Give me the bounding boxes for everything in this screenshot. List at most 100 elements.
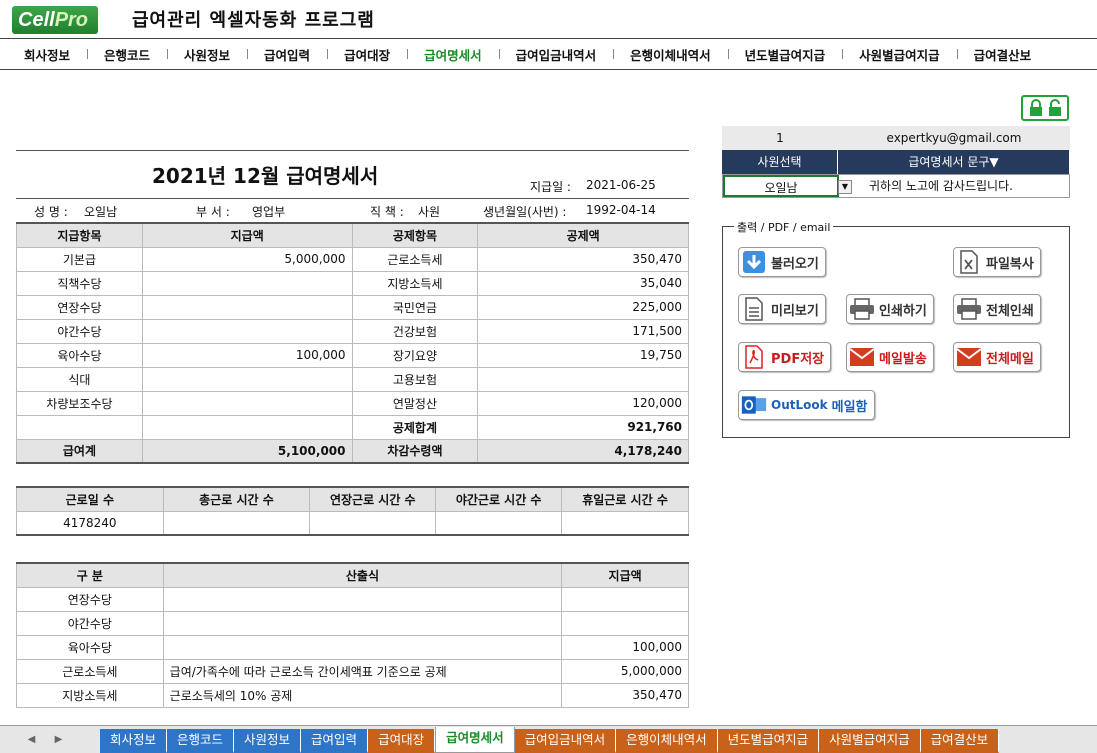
- table-cell: 육아수당: [16, 342, 143, 368]
- sheet-tab[interactable]: 급여입금내역서: [514, 729, 617, 753]
- dept-label: 부 서 :: [196, 205, 230, 219]
- payslip-heading: 2021년 12월 급여명세서: [152, 164, 379, 188]
- pdf-save-button[interactable]: PDF저장: [738, 342, 832, 372]
- app-title: 급여관리 엑셀자동화 프로그램: [132, 10, 375, 31]
- scroll-right-icon[interactable]: ▶: [55, 734, 63, 745]
- table-cell: 연장수당: [16, 586, 164, 612]
- column-header: 공제액: [477, 222, 689, 248]
- employee-index: 1: [776, 131, 784, 145]
- menu-item[interactable]: 사원별급여지급: [842, 45, 957, 64]
- table-row: 직책수당 지방소득세 35,040: [16, 270, 689, 296]
- send-mail-button-label: 메일발송: [879, 351, 927, 367]
- table-cell: 야간수당: [16, 318, 143, 344]
- total-cell: 차감수령액: [351, 438, 479, 464]
- table-cell: 120,000: [477, 390, 689, 416]
- cellpro-logo: CellPro: [12, 6, 98, 34]
- menu-item[interactable]: 은행코드: [87, 45, 167, 64]
- employee-dropdown-button[interactable]: ▼: [838, 180, 852, 194]
- table-cell: [141, 318, 353, 344]
- column-header: 지급액: [561, 562, 689, 588]
- table-cell: 350,470: [561, 682, 689, 708]
- preview-button[interactable]: 미리보기: [738, 294, 826, 324]
- sheet-tab[interactable]: 회사정보: [100, 729, 168, 753]
- printer-icon: [956, 297, 982, 321]
- table-cell: 5,000,000: [561, 658, 689, 684]
- table-cell: [477, 366, 689, 392]
- table-row: 연장수당: [16, 586, 689, 612]
- sheet-tab[interactable]: 은행이체내역서: [616, 729, 718, 753]
- sheet-tab-bar: ◀ ▶ 회사정보 은행코드 사원정보 급여입력 급여대장 급여명세서 급여입금내역서 은행이체…: [0, 725, 1097, 753]
- table-cell: [141, 390, 353, 416]
- table-cell: 35,040: [477, 270, 689, 296]
- table-row: 식대 고용보험: [16, 366, 689, 392]
- menu-item[interactable]: 년도별급여지급: [727, 45, 843, 64]
- table-cell: 기본급: [16, 246, 143, 272]
- pay-deduction-table: 지급항목 지급액 공제항목 공제액 기본급 5,000,000 근로소득세 350,470 직…: [16, 222, 689, 464]
- table-cell: 근로소득세: [16, 658, 164, 684]
- selector-header: 사원선택 급여명세서 문구▼: [722, 150, 1070, 174]
- scroll-left-icon[interactable]: ◀: [28, 734, 36, 745]
- dept-value: 영업부: [252, 205, 286, 219]
- table-cell: 근로소득세의 10% 공제: [162, 682, 563, 708]
- column-header: 연장근로 시간 수: [309, 486, 437, 512]
- print-all-button[interactable]: 전체인쇄: [953, 294, 1041, 324]
- menu-item[interactable]: 사원정보: [167, 45, 247, 64]
- sheet-tab[interactable]: 급여대장: [368, 729, 436, 753]
- work-hours-table: 근로일 수 총근로 시간 수 연장근로 시간 수 야간근로 시간 수 휴일근로 시간 수…: [16, 486, 689, 536]
- name-label: 성 명 :: [34, 205, 68, 219]
- menu-item[interactable]: 급여대장: [327, 45, 407, 64]
- column-header: 근로일 수: [16, 486, 164, 512]
- table-cell: 171,500: [477, 318, 689, 344]
- employee-info-row: 성 명 : 오일남 부 서 : 영업부 직 책 : 사원 생년월일(사번) : …: [16, 198, 689, 222]
- chevron-down-icon: ▼: [841, 182, 849, 191]
- position-label: 직 책 :: [370, 205, 404, 219]
- sheet-tab[interactable]: 사원정보: [234, 729, 302, 753]
- menu-item[interactable]: 급여명세서: [407, 45, 499, 64]
- table-cell: 야간수당: [16, 610, 164, 636]
- employee-select-cell[interactable]: 오일남: [723, 175, 839, 197]
- table-cell: [141, 366, 353, 392]
- table-row: 육아수당 100,000 장기요양 19,750: [16, 342, 689, 368]
- table-row: 야간수당 건강보험 171,500: [16, 318, 689, 344]
- envelope-icon: [956, 345, 982, 369]
- sheet-tab[interactable]: 급여명세서: [435, 727, 515, 753]
- menu-item[interactable]: 급여입력: [247, 45, 327, 64]
- menu-item[interactable]: 은행이체내역서: [613, 45, 728, 64]
- mail-all-button[interactable]: 전체메일: [953, 342, 1041, 372]
- copy-file-button[interactable]: 파일복사: [953, 247, 1041, 277]
- sheet-tab[interactable]: 은행코드: [167, 729, 235, 753]
- sheet-tab[interactable]: 급여입력: [301, 729, 369, 753]
- pay-date-label: 지급일 :: [530, 180, 571, 194]
- column-header: 야간근로 시간 수: [435, 486, 563, 512]
- table-row: 지방소득세 근로소득세의 10% 공제 350,470: [16, 682, 689, 708]
- table-cell: [162, 586, 563, 612]
- sheet-tab[interactable]: 급여결산보: [920, 729, 1000, 753]
- employee-select-header: 사원선택: [722, 150, 838, 174]
- calculation-table: 구 분 산출식 지급액 연장수당 야간수당 육아수당 100,000 근로소득세 급여/가족수…: [16, 562, 689, 708]
- table-row: 연장수당 국민연금 225,000: [16, 294, 689, 320]
- sheet-tabs: 회사정보 은행코드 사원정보 급여입력 급여대장 급여명세서 급여입금내역서 은행이체내역서 년…: [100, 727, 1000, 753]
- print-all-button-label: 전체인쇄: [986, 303, 1034, 319]
- outlook-mailbox-button[interactable]: OutLook 메일함: [738, 390, 875, 420]
- menu-item[interactable]: 급여입금내역서: [498, 45, 614, 64]
- table-cell: 차량보조수당: [16, 390, 143, 416]
- menu-item[interactable]: 회사정보: [0, 45, 87, 64]
- menu-item[interactable]: 급여결산보: [956, 45, 1049, 64]
- table-cell: [141, 294, 353, 320]
- table-row: 육아수당 100,000: [16, 634, 689, 660]
- excel-file-icon: [956, 250, 982, 274]
- table-cell: 연장수당: [16, 294, 143, 320]
- lock-toggle[interactable]: [1021, 95, 1069, 121]
- table-cell: 100,000: [561, 634, 689, 660]
- table-cell: 4178240: [16, 510, 164, 536]
- table-cell: 육아수당: [16, 634, 164, 660]
- sheet-tab[interactable]: 사원별급여지급: [819, 729, 921, 753]
- load-button[interactable]: 불러오기: [738, 247, 826, 277]
- table-cell: [162, 510, 311, 536]
- message-select-header[interactable]: 급여명세서 문구▼: [838, 150, 1070, 174]
- send-mail-button[interactable]: 메일발송: [846, 342, 934, 372]
- print-button[interactable]: 인쇄하기: [846, 294, 934, 324]
- table-cell: 921,760: [477, 414, 689, 440]
- payslip-message[interactable]: 귀하의 노고에 감사드립니다.: [839, 175, 1069, 197]
- sheet-tab[interactable]: 년도별급여지급: [717, 729, 820, 753]
